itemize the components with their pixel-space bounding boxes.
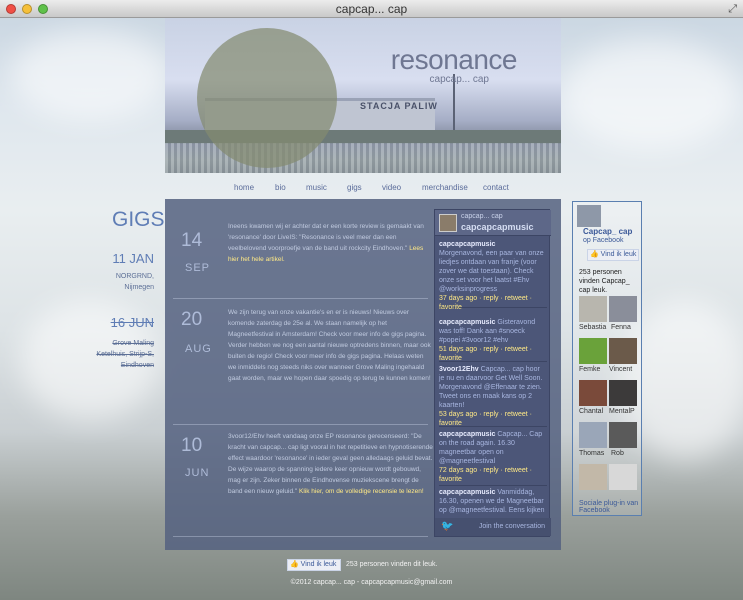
post-body: We zijn terug van onze vakantie's en er …	[228, 307, 433, 384]
fan-avatar[interactable]	[609, 338, 637, 364]
news-post: 14 SEP Ineens kwamen wij er achter dat e…	[173, 211, 428, 299]
window-title: capcap... cap	[335, 2, 408, 16]
post-month: AUG	[185, 343, 212, 355]
fan-name[interactable]: Rob	[611, 450, 624, 457]
fan-avatar[interactable]	[609, 464, 637, 490]
footer-like-button[interactable]: 👍 Vind ik leuk	[287, 559, 341, 571]
nav-merchandise[interactable]: merchandise	[422, 183, 468, 192]
tweet-user[interactable]: 3voor12Ehv	[439, 366, 479, 373]
tweet-meta[interactable]: 37 days ago · reply · retweet · favorite	[439, 295, 532, 311]
tweet-user[interactable]: capcapcapmusic	[439, 431, 495, 438]
twitter-header: capcap... cap capcapcapmusic	[435, 210, 551, 236]
facebook-subtitle: op Facebook	[583, 237, 624, 244]
main-nav: home bio music gigs video merchandise co…	[224, 183, 524, 195]
fan-avatar[interactable]	[579, 338, 607, 364]
facebook-like-label: Vind ik leuk	[600, 251, 637, 258]
gig-date[interactable]: 11 JAN	[94, 251, 154, 266]
copyright: ©2012 capcap... cap - capcapcapmusic@gma…	[290, 579, 453, 586]
post-month: SEP	[185, 262, 211, 274]
site-title: resonance	[390, 44, 518, 75]
tweet-user[interactable]: capcapcapmusic	[439, 489, 495, 496]
fan-avatar[interactable]	[579, 422, 607, 448]
tweet-meta[interactable]: 51 days ago · reply · retweet · favorite	[439, 346, 532, 362]
tweet: capcapcapmusic Vanmiddag, 16.30, openen …	[439, 488, 547, 518]
facebook-like-count: 253 personen vinden Capcap_ cap leuk.	[579, 269, 630, 294]
facebook-like-button[interactable]: 👍 Vind ik leuk	[587, 249, 639, 261]
fan-avatar[interactable]	[579, 464, 607, 490]
thumbs-up-icon: 👍	[290, 561, 299, 568]
twitter-avatar[interactable]	[439, 214, 457, 232]
nav-home[interactable]: home	[234, 183, 254, 192]
twitter-footer: 🐦 Join the conversation	[435, 518, 551, 536]
tweet-text: Morgenavond, een paar van onze liedjes o…	[439, 250, 544, 293]
gigs-heading: GIGS	[112, 208, 165, 231]
fan-name[interactable]: Femke	[579, 366, 600, 373]
gig-date-past[interactable]: 16 JUN	[94, 315, 154, 330]
thumbs-up-icon: 👍	[590, 251, 599, 258]
twitter-handle[interactable]: capcapcapmusic	[461, 222, 534, 232]
fan-name[interactable]: Thomas	[579, 450, 604, 457]
background-cloud	[560, 40, 740, 150]
post-body: 3voor12/Ehv heeft vandaag onze EP resona…	[228, 431, 433, 497]
header-banner: STACJA PALIW resonance capcap... cap	[165, 18, 561, 173]
facebook-like-box: Capcap_ cap op Facebook 👍 Vind ik leuk 2…	[572, 201, 642, 516]
news-post: 20 AUG We zijn terug van onze vakantie's…	[173, 299, 431, 425]
twitter-display-name[interactable]: capcap... cap	[461, 213, 503, 220]
fan-name[interactable]: Chantal	[579, 408, 603, 415]
fan-avatar[interactable]	[609, 296, 637, 322]
post-day: 20	[181, 309, 203, 330]
nav-music[interactable]: music	[306, 183, 327, 192]
fan-avatar[interactable]	[609, 380, 637, 406]
tweet: capcapcapmusic Capcap... Cap on the road…	[439, 430, 547, 486]
news-post: 10 JUN 3voor12/Ehv heeft vandaag onze EP…	[173, 425, 433, 537]
facebook-social-plugin[interactable]: Sociale plug-in van Facebook	[579, 500, 641, 514]
nav-contact[interactable]: contact	[483, 183, 509, 192]
banner-circle	[197, 28, 337, 168]
tweet-user[interactable]: capcapcapmusic	[439, 241, 495, 248]
gig-city: Nijmegen	[124, 284, 154, 291]
window-titlebar: capcap... cap ⤢	[0, 0, 743, 18]
tweet: capcapcapmusic Morgenavond, een paar van…	[439, 240, 547, 311]
facebook-page-picture[interactable]	[577, 205, 601, 227]
fan-avatar[interactable]	[579, 296, 607, 322]
banner-sign: STACJA PALIW	[360, 101, 438, 111]
nav-video[interactable]: video	[382, 183, 401, 192]
gig-city-past: Ketelhuis, Strijp-S, Eindhoven	[96, 351, 154, 369]
tweet-user[interactable]: capcapcapmusic	[439, 319, 495, 326]
fan-avatar[interactable]	[579, 380, 607, 406]
fan-name[interactable]: Fenna	[611, 324, 631, 331]
gig-venue-past: Grove Maling	[112, 340, 154, 347]
gig-venue: NORGRND,	[115, 273, 154, 280]
site-subtitle: capcap... cap	[429, 74, 489, 85]
post-day: 14	[181, 230, 203, 251]
fan-name[interactable]: Vincent	[609, 366, 632, 373]
tweet-meta[interactable]: 53 days ago · reply · retweet · favorite	[439, 411, 532, 427]
background-cloud	[10, 30, 170, 120]
post-link[interactable]: Klik hier, om de volledige recensie te l…	[299, 488, 424, 495]
fullscreen-icon[interactable]: ⤢	[728, 3, 737, 16]
post-text: 3voor12/Ehv heeft vandaag onze EP resona…	[228, 433, 433, 495]
twitter-widget: capcap... cap capcapcapmusic capcapcapmu…	[434, 209, 551, 537]
tweet: 3voor12Ehv Capcap... cap hoor je nu en d…	[439, 365, 547, 427]
footer-like-count: 253 personen vinden dit leuk.	[346, 561, 438, 568]
facebook-page-name[interactable]: Capcap_ cap	[583, 227, 632, 236]
post-body: Ineens kwamen wij er achter dat er een k…	[228, 221, 433, 265]
nav-bio[interactable]: bio	[275, 183, 286, 192]
post-text: We zijn terug van onze vakantie's en er …	[228, 309, 431, 382]
tweet-meta[interactable]: 72 days ago · reply · retweet · favorite	[439, 467, 532, 483]
tweet: capcapcapmusic Gisteravond was toff! Dan…	[439, 318, 547, 362]
fan-avatar[interactable]	[609, 422, 637, 448]
nav-gigs[interactable]: gigs	[347, 183, 362, 192]
twitter-bird-icon[interactable]: 🐦	[441, 521, 453, 532]
footer-like-label: Vind ik leuk	[300, 561, 337, 568]
post-text: Ineens kwamen wij er achter dat er een k…	[228, 223, 424, 252]
fan-name[interactable]: MentalP	[609, 408, 635, 415]
fan-name[interactable]: Sebastia	[579, 324, 606, 331]
join-conversation-link[interactable]: Join the conversation	[479, 523, 545, 530]
post-month: JUN	[185, 467, 210, 479]
post-day: 10	[181, 435, 203, 456]
